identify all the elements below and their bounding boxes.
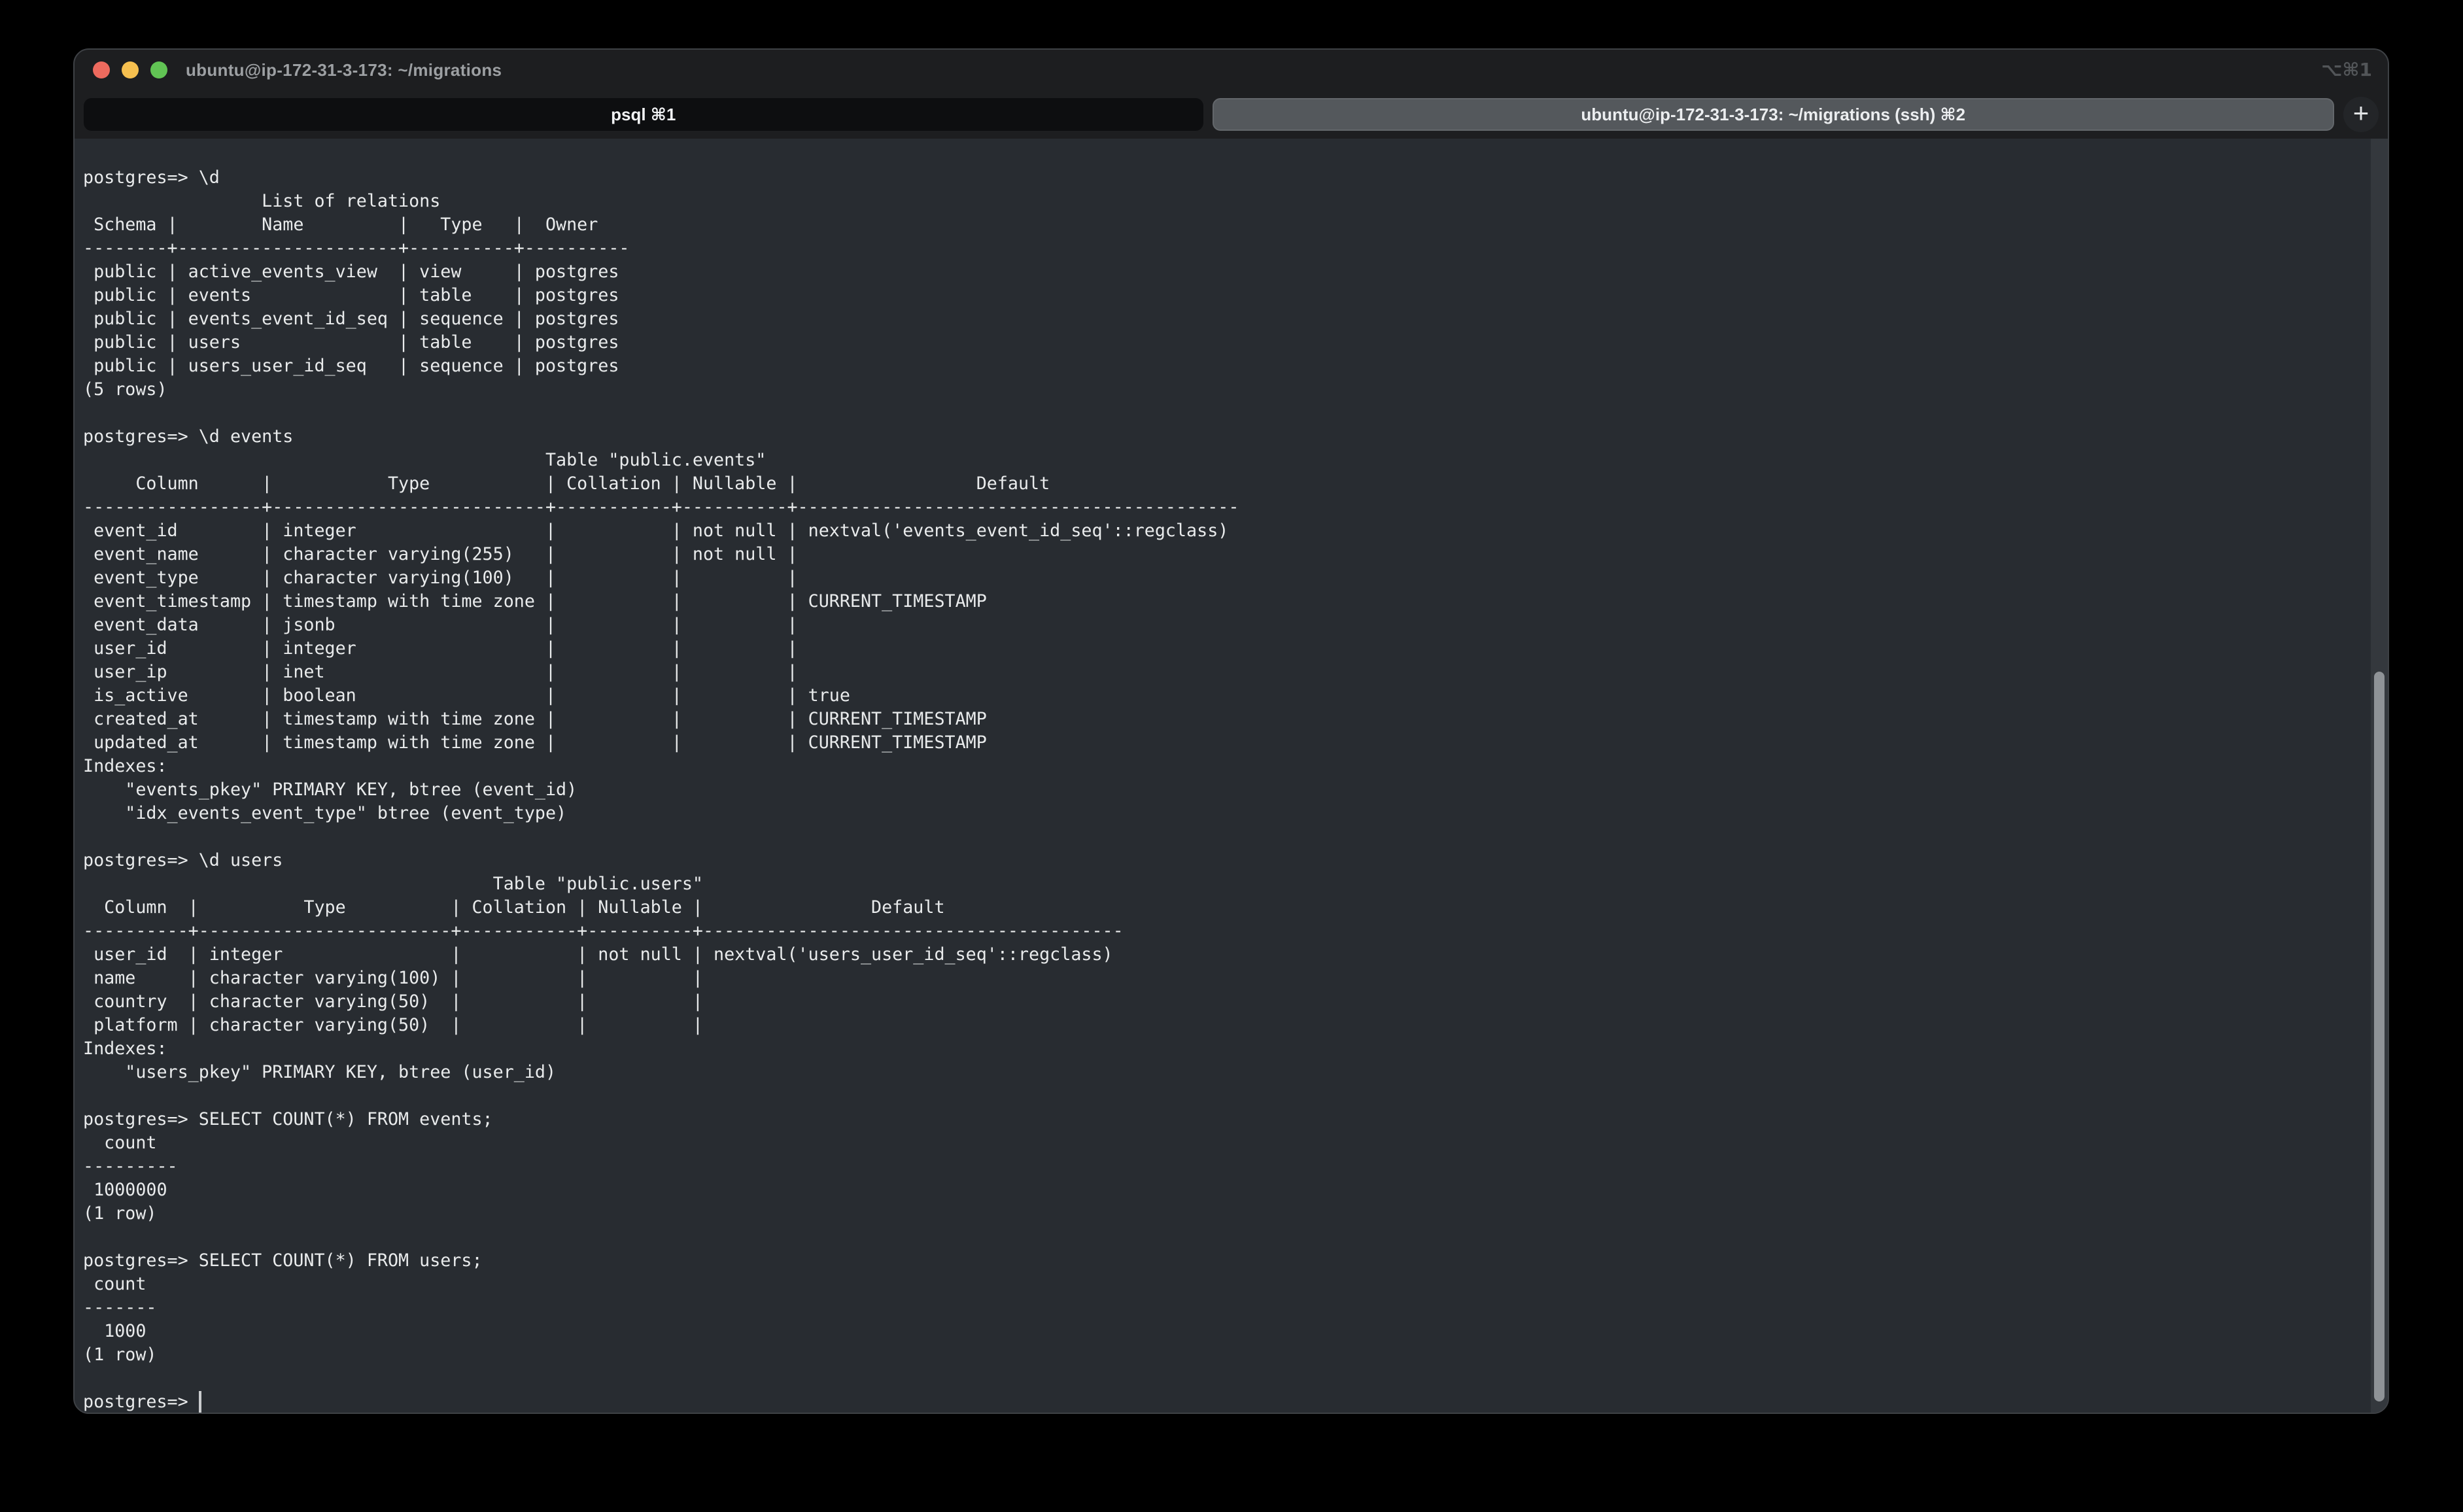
zoom-button[interactable] <box>150 61 167 78</box>
tab-psql-label: psql ⌘1 <box>611 105 676 125</box>
window-title: ubuntu@ip-172-31-3-173: ~/migrations <box>186 60 502 80</box>
terminal-window: ubuntu@ip-172-31-3-173: ~/migrations ⌥⌘1… <box>73 48 2389 1414</box>
terminal-content[interactable]: postgres=> \d List of relations Schema |… <box>75 139 2388 1413</box>
window-number-indicator: ⌥⌘1 <box>2321 59 2372 80</box>
close-button[interactable] <box>93 61 110 78</box>
new-tab-button[interactable]: + <box>2343 97 2379 132</box>
window-titlebar[interactable]: ubuntu@ip-172-31-3-173: ~/migrations ⌥⌘1 <box>75 50 2388 90</box>
tab-psql[interactable]: psql ⌘1 <box>84 98 1203 131</box>
terminal-cursor <box>199 1391 201 1413</box>
tab-ssh-session[interactable]: ubuntu@ip-172-31-3-173: ~/migrations (ss… <box>1213 98 2335 131</box>
traffic-lights <box>75 61 167 78</box>
tab-bar: psql ⌘1 ubuntu@ip-172-31-3-173: ~/migrat… <box>75 90 2388 139</box>
tab-ssh-session-label: ubuntu@ip-172-31-3-173: ~/migrations (ss… <box>1581 105 1965 125</box>
terminal-output: postgres=> \d List of relations Schema |… <box>75 139 2388 1413</box>
scrollbar-thumb[interactable] <box>2374 672 2385 1401</box>
scrollbar-track[interactable] <box>2371 139 2388 1413</box>
minimize-button[interactable] <box>122 61 139 78</box>
plus-icon: + <box>2353 99 2369 127</box>
